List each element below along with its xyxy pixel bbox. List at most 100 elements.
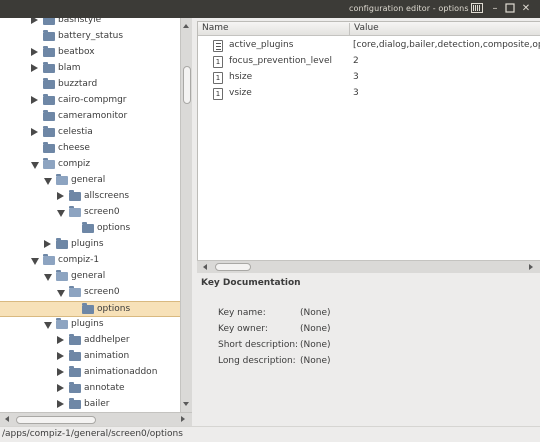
tree-item[interactable]: addhelper	[0, 333, 180, 349]
folder-icon	[43, 62, 55, 73]
maximize-icon[interactable]	[504, 3, 516, 15]
folder-icon	[43, 126, 55, 137]
expanded-arrow-icon[interactable]	[31, 162, 39, 169]
tree-item[interactable]: battery_status	[0, 29, 180, 45]
key-name: vsize	[229, 88, 252, 98]
tree-item[interactable]: compiz	[0, 157, 180, 173]
key-value[interactable]: 2	[353, 56, 359, 66]
key-value[interactable]: 3	[353, 72, 359, 82]
tree-item[interactable]: annotate	[0, 381, 180, 397]
collapsed-arrow-icon[interactable]	[31, 18, 38, 24]
tree-horizontal-scrollbar[interactable]	[0, 412, 192, 426]
key-row[interactable]: 1 hsize 3	[198, 70, 540, 86]
collapsed-arrow-icon[interactable]	[57, 400, 64, 408]
tree-item[interactable]: animation	[0, 349, 180, 365]
tree-item-label: animationaddon	[84, 367, 158, 377]
tree-item[interactable]: plugins	[0, 237, 180, 253]
keyboard-layout-icon[interactable]	[471, 3, 483, 15]
integer-icon: 1	[213, 88, 223, 100]
expanded-arrow-icon[interactable]	[44, 178, 52, 185]
column-separator[interactable]	[349, 23, 350, 35]
long-description-value: (None)	[300, 356, 331, 366]
column-header-value[interactable]: Value	[354, 23, 379, 33]
tree-item[interactable]: cheese	[0, 141, 180, 157]
tree-item[interactable]: cameramonitor	[0, 109, 180, 125]
title-bar: configuration editor - options – ✕	[0, 0, 540, 18]
key-row[interactable]: active_plugins [core,dialog,bailer,detect…	[198, 38, 540, 54]
folder-icon	[43, 158, 55, 169]
folder-icon	[43, 110, 55, 121]
tree-item-label: screen0	[84, 287, 120, 297]
tree-item[interactable]: bashstyle	[0, 18, 180, 29]
collapsed-arrow-icon[interactable]	[31, 48, 38, 56]
scroll-right-icon[interactable]	[529, 264, 533, 270]
tree-item[interactable]: buzztard	[0, 77, 180, 93]
collapsed-arrow-icon[interactable]	[57, 352, 64, 360]
tree-item[interactable]: animationaddon	[0, 365, 180, 381]
key-value[interactable]: 3	[353, 88, 359, 98]
key-name: hsize	[229, 72, 253, 82]
scroll-right-icon[interactable]	[181, 416, 185, 422]
key-list-hscroll-thumb[interactable]	[215, 263, 251, 271]
tree-item[interactable]: blam	[0, 61, 180, 77]
integer-icon: 1	[213, 72, 223, 84]
tree-item[interactable]: cairo-compmgr	[0, 93, 180, 109]
tree-item[interactable]: options	[0, 301, 180, 317]
key-row[interactable]: 1 vsize 3	[198, 86, 540, 102]
tree-item[interactable]: screen0	[0, 205, 180, 221]
folder-icon	[69, 190, 81, 201]
tree-hscroll-thumb[interactable]	[16, 416, 96, 424]
folder-icon	[69, 366, 81, 377]
collapsed-arrow-icon[interactable]	[31, 128, 38, 136]
tree-item[interactable]: bailer	[0, 397, 180, 412]
tree-item[interactable]: beatbox	[0, 45, 180, 61]
tree-item-label: bailer	[84, 399, 110, 409]
tree-item-label: plugins	[71, 319, 104, 329]
expanded-arrow-icon[interactable]	[44, 322, 52, 329]
folder-icon	[43, 142, 55, 153]
tree-item-label: animation	[84, 351, 130, 361]
collapsed-arrow-icon[interactable]	[44, 240, 51, 248]
collapsed-arrow-icon[interactable]	[57, 336, 64, 344]
tree-item[interactable]: options	[0, 221, 180, 237]
tree-item[interactable]: allscreens	[0, 189, 180, 205]
status-bar: /apps/compiz-1/general/screen0/options	[0, 426, 540, 442]
tree-vertical-scrollbar[interactable]	[180, 18, 192, 412]
key-value[interactable]: [core,dialog,bailer,detection,composite,…	[353, 40, 540, 50]
key-owner-value: (None)	[300, 324, 331, 334]
minimize-icon[interactable]: –	[489, 3, 501, 15]
tree-scroll-thumb[interactable]	[183, 66, 191, 104]
expanded-arrow-icon[interactable]	[31, 258, 39, 265]
collapsed-arrow-icon[interactable]	[57, 368, 64, 376]
collapsed-arrow-icon[interactable]	[31, 96, 38, 104]
tree-item[interactable]: screen0	[0, 285, 180, 301]
expanded-arrow-icon[interactable]	[57, 290, 65, 297]
collapsed-arrow-icon[interactable]	[31, 64, 38, 72]
key-list-horizontal-scrollbar[interactable]	[197, 260, 540, 273]
tree-item-label: general	[71, 271, 106, 281]
scroll-left-icon[interactable]	[203, 264, 207, 270]
collapsed-arrow-icon[interactable]	[57, 192, 64, 200]
key-list[interactable]: Name Value active_plugins [core,dialog,ba…	[197, 21, 540, 260]
expanded-arrow-icon[interactable]	[44, 274, 52, 281]
close-icon[interactable]: ✕	[520, 3, 532, 15]
key-row[interactable]: 1 focus_prevention_level 2	[198, 54, 540, 70]
long-description-label: Long description:	[218, 356, 296, 366]
tree-item[interactable]: celestia	[0, 125, 180, 141]
tree-item[interactable]: general	[0, 173, 180, 189]
tree-item-label: annotate	[84, 383, 125, 393]
tree-item-label: buzztard	[58, 79, 98, 89]
collapsed-arrow-icon[interactable]	[57, 384, 64, 392]
key-list-header: Name Value	[198, 22, 540, 36]
folder-icon	[69, 382, 81, 393]
scroll-left-icon[interactable]	[5, 416, 9, 422]
folder-icon	[43, 30, 55, 41]
tree-item[interactable]: plugins	[0, 317, 180, 333]
tree-item[interactable]: general	[0, 269, 180, 285]
column-header-name[interactable]: Name	[202, 23, 229, 33]
tree-item[interactable]: compiz-1	[0, 253, 180, 269]
expanded-arrow-icon[interactable]	[57, 210, 65, 217]
scroll-down-icon[interactable]	[183, 402, 189, 406]
directory-tree[interactable]: bashstyle battery_status beatbox blam buzzta…	[0, 18, 180, 412]
scroll-up-icon[interactable]	[183, 24, 189, 28]
